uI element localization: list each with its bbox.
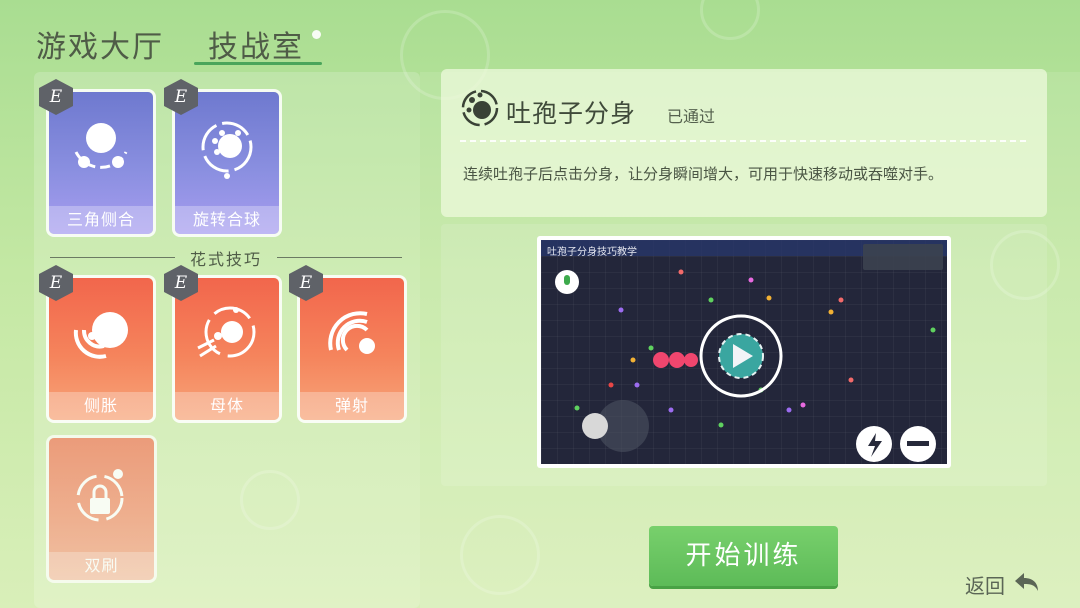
tutorial-video[interactable]: 吐孢子分身技巧教学 — [537, 236, 951, 468]
bg-decoration — [700, 0, 760, 40]
section-title: 花式技巧 — [189, 250, 262, 269]
spore-split-icon — [461, 89, 499, 127]
video-screen: 吐孢子分身技巧教学 — [541, 240, 947, 464]
card-label: 三角侧合 — [49, 206, 153, 234]
tab-skill-room[interactable]: 技战室 — [208, 22, 304, 66]
divider-line — [277, 257, 402, 258]
side-expand-icon — [73, 312, 128, 359]
card-label: 侧胀 — [49, 392, 153, 420]
divider-line — [460, 140, 1030, 142]
video-gameplay — [555, 269, 936, 462]
launch-icon — [328, 311, 375, 354]
back-button[interactable]: 返回 — [965, 568, 1041, 600]
skill-card-triangle-merge[interactable]: 三角侧合 — [49, 92, 153, 234]
skill-info-box — [441, 69, 1047, 217]
skill-status: 已通过 — [667, 107, 716, 126]
skill-card-double-brush[interactable]: 双刷 — [49, 438, 154, 580]
skill-card-side-expand[interactable]: 侧胀 — [49, 278, 153, 420]
skill-title: 吐孢子分身 — [506, 99, 637, 128]
skill-card-launch[interactable]: 弹射 — [300, 278, 404, 420]
skill-description: 连续吐孢子后点击分身，让分身瞬间增大，可用于快速移动或吞噬对手。 — [463, 165, 944, 183]
card-label: 双刷 — [49, 552, 154, 580]
back-label: 返回 — [965, 573, 1005, 598]
skill-card-mother[interactable]: 母体 — [175, 278, 279, 420]
return-arrow-icon — [1015, 573, 1038, 591]
mother-cell-icon — [197, 306, 256, 358]
section-header: 花式技巧 — [50, 246, 402, 269]
card-label: 弹射 — [300, 392, 404, 420]
card-label: 旋转合球 — [175, 206, 279, 234]
tab-game-lobby[interactable]: 游戏大厅 — [36, 22, 164, 66]
card-label: 母体 — [175, 392, 279, 420]
start-training-button[interactable]: 开始训练 — [649, 526, 838, 586]
notification-dot — [312, 30, 321, 39]
triangle-merge-icon — [74, 123, 128, 169]
active-tab-indicator — [194, 62, 322, 65]
spin-merge-icon — [201, 121, 253, 179]
lock-icon — [76, 469, 124, 522]
skill-card-spin-merge[interactable]: 旋转合球 — [175, 92, 279, 234]
